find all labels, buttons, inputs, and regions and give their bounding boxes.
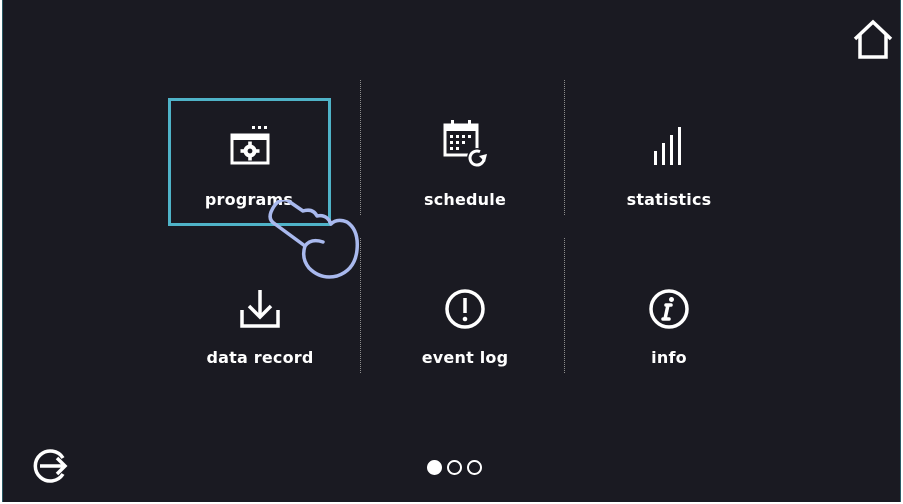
page-dot[interactable] — [467, 460, 482, 475]
page-dot-active[interactable] — [427, 460, 442, 475]
grid-divider — [360, 80, 361, 215]
exit-icon[interactable] — [30, 448, 70, 484]
grid-divider — [564, 80, 565, 215]
menu-item-label: info — [651, 348, 687, 367]
home-icon[interactable] — [851, 17, 895, 61]
menu-item-label: schedule — [423, 190, 507, 209]
menu-item-label: statistics — [626, 190, 712, 209]
menu-item-label: event log — [421, 348, 509, 367]
menu-item-info[interactable]: info — [589, 262, 749, 382]
statistics-icon — [654, 127, 681, 165]
page-dot[interactable] — [447, 460, 462, 475]
device-screen: programs schedule statistics data record… — [2, 0, 901, 502]
hand-pointer-icon — [268, 200, 360, 279]
download-icon — [240, 290, 280, 328]
menu-item-event-log[interactable]: event log — [385, 262, 545, 382]
grid-divider — [564, 238, 565, 373]
menu-item-schedule[interactable]: schedule — [385, 100, 545, 220]
menu-item-label: data record — [206, 348, 314, 367]
schedule-icon — [443, 120, 487, 168]
info-icon — [649, 289, 689, 329]
page-indicator — [427, 460, 482, 475]
exclamation-icon — [445, 289, 485, 329]
menu-item-statistics[interactable]: statistics — [589, 100, 749, 220]
